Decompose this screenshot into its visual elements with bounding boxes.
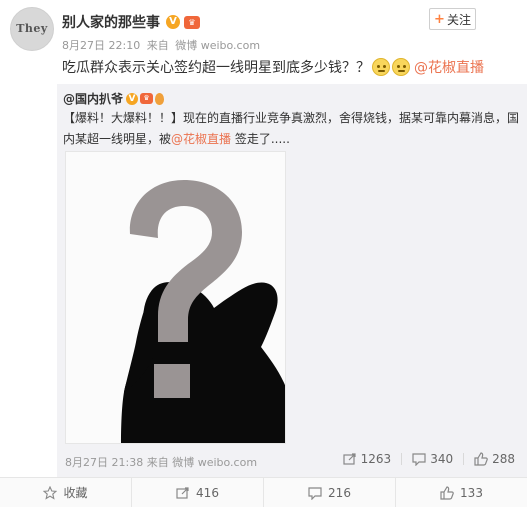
repost-author[interactable]: @国内扒爷 <box>63 90 123 107</box>
repost-like-action[interactable]: 288 <box>474 452 515 466</box>
source-prefix: 来自 <box>146 39 169 52</box>
repost-comment-count: 340 <box>430 452 454 466</box>
repost-comment-action[interactable]: 340 <box>412 452 453 466</box>
repost-text-before: 【爆料！大爆料！！】现在的直播行业竞争真激烈，舍得烧钱，据某可靠内幕消息，国内某… <box>63 111 520 146</box>
repost-meta: 8月27日 21:38 来自 微博 weibo.com <box>65 454 257 470</box>
vip-crown-icon: ♛ <box>184 15 200 29</box>
repost-text: 【爆料！大爆料！！】现在的直播行业竞争真激烈，舍得烧钱，据某可靠内幕消息，国内某… <box>63 108 521 150</box>
action-bar: 收藏 416 216 133 <box>0 477 527 507</box>
forward-icon <box>176 486 189 499</box>
mystery-star-image[interactable] <box>65 151 286 444</box>
question-mark-dot-icon <box>154 364 190 398</box>
weibo-post-card: They 别人家的那些事 V ♛ + 关注 8月27日 22:10 来自 微博 … <box>0 0 527 507</box>
plus-icon: + <box>434 11 445 27</box>
post-mention[interactable]: @花椒直播 <box>414 57 484 77</box>
repost-forward-action[interactable]: 1263 <box>343 452 392 466</box>
post-text: 吃瓜群众表示关心签约超一线明星到底多少钱？？ <box>62 60 370 76</box>
avatar[interactable]: They <box>10 7 54 51</box>
vip-crown-icon: ♛ <box>140 93 154 104</box>
post-time[interactable]: 8月27日 22:10 <box>62 39 140 52</box>
post-author: 别人家的那些事 V ♛ <box>62 12 200 32</box>
balloon-icon <box>155 92 165 105</box>
favorite-label: 收藏 <box>63 486 88 500</box>
thumbs-up-icon <box>440 485 454 500</box>
favorite-button[interactable]: 收藏 <box>0 478 132 507</box>
divider <box>401 453 403 465</box>
emoji-awkward-icon <box>392 58 410 76</box>
post-source[interactable]: 微博 weibo.com <box>175 39 260 52</box>
like-count: 133 <box>460 485 483 500</box>
repost-like-count: 288 <box>492 452 515 466</box>
comment-button[interactable]: 216 <box>264 478 396 507</box>
repost-button[interactable]: 416 <box>132 478 264 507</box>
comment-icon <box>308 486 322 500</box>
repost-mention[interactable]: @花椒直播 <box>171 132 231 146</box>
follow-button[interactable]: + 关注 <box>429 8 476 30</box>
repost-source[interactable]: 微博 weibo.com <box>172 456 257 469</box>
avatar-text: They <box>16 22 48 35</box>
repost-text-after: 签走了..... <box>231 132 290 146</box>
thumbs-up-icon <box>474 452 488 466</box>
repost-source-prefix: 来自 <box>146 456 169 469</box>
like-button[interactable]: 133 <box>396 478 527 507</box>
star-icon <box>43 485 58 500</box>
forward-icon <box>343 453 356 465</box>
post-meta: 8月27日 22:10 来自 微博 weibo.com <box>62 37 263 53</box>
verified-v-icon: V <box>166 15 180 29</box>
emoji-awkward-icon <box>372 58 390 76</box>
repost-author-row: @国内扒爷 V ♛ <box>63 90 165 107</box>
repost-time[interactable]: 8月27日 21:38 <box>65 456 143 469</box>
verified-v-icon: V <box>126 92 139 105</box>
repost-actions: 1263 340 288 <box>343 452 515 466</box>
reposted-weibo: @国内扒爷 V ♛ 【爆料！大爆料！！】现在的直播行业竞争真激烈，舍得烧钱，据某… <box>57 84 527 477</box>
repost-forward-count: 1263 <box>360 452 392 466</box>
author-name[interactable]: 别人家的那些事 <box>62 12 160 32</box>
comment-count: 216 <box>328 485 351 500</box>
divider <box>463 453 465 465</box>
follow-label: 关注 <box>446 12 471 27</box>
post-content: 吃瓜群众表示关心签约超一线明星到底多少钱？？ @花椒直播 <box>62 57 484 77</box>
repost-count: 416 <box>196 485 219 500</box>
silhouette-question-image <box>66 152 285 443</box>
comment-icon <box>412 453 426 466</box>
